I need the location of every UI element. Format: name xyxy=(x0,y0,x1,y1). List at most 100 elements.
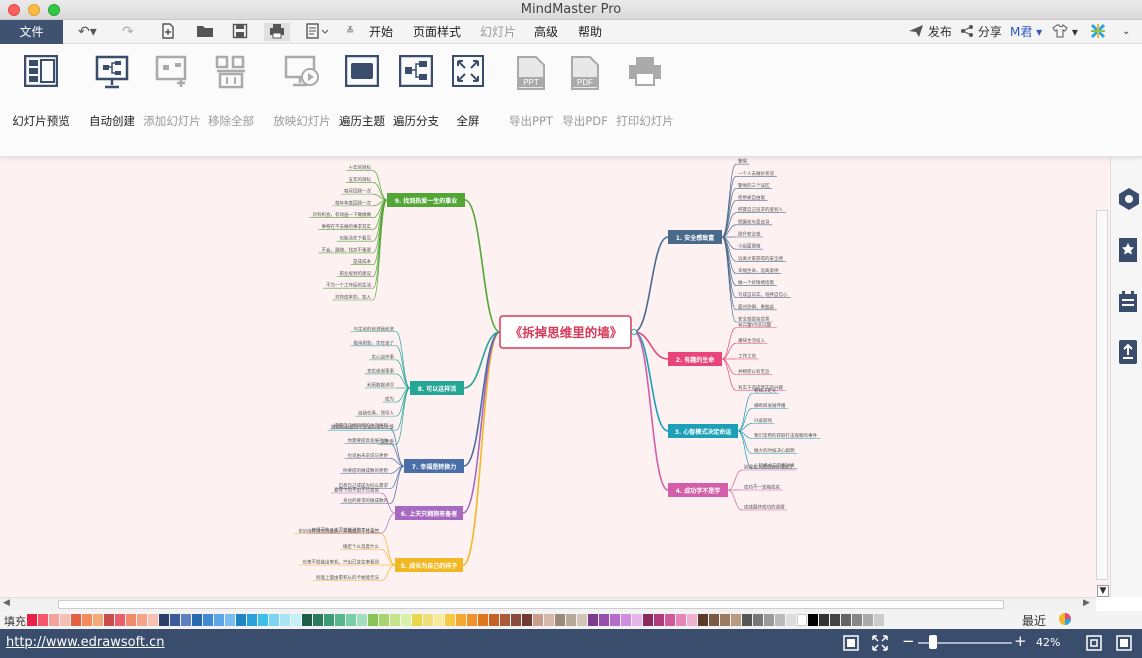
share-button[interactable]: 分享 xyxy=(960,20,1002,44)
leaf-topic[interactable]: 警惕的三个误区 xyxy=(738,182,770,189)
branch-topic-label[interactable]: 2. 有趣的生命 xyxy=(676,356,716,364)
publish-button[interactable]: 发布 xyxy=(908,20,952,44)
horizontal-scrollbar[interactable]: ◀ ▶ xyxy=(0,597,1096,611)
leaf-topic[interactable]: 安全感提高背景 xyxy=(738,316,770,323)
color-swatch[interactable] xyxy=(324,614,334,626)
color-swatch[interactable] xyxy=(302,614,312,626)
branch-topic-label[interactable]: 9. 找到热爱一生的事业 xyxy=(395,197,458,205)
leaf-topic[interactable]: 利用数据详尽 xyxy=(367,382,394,389)
ribbon-button-remove-all[interactable]: 移除全部 xyxy=(206,45,256,145)
leaf-topic[interactable]: 幸福生命，远离虐待 xyxy=(738,267,779,274)
branch-topic-label[interactable]: 8. 可以这样活 xyxy=(418,385,457,393)
color-swatch[interactable] xyxy=(808,614,818,626)
leaf-topic[interactable]: 并精而以有无吾 xyxy=(738,368,770,375)
leaf-topic[interactable]: 看如决定论 xyxy=(754,387,777,394)
leaf-topic[interactable]: 是成成本 xyxy=(353,258,371,265)
leaf-topic[interactable]: 别理名人成功转移理想了 xyxy=(744,464,794,471)
color-swatch[interactable] xyxy=(412,614,422,626)
minimize-window-button[interactable] xyxy=(28,4,40,16)
leaf-topic[interactable]: 身边的要求的做成数的 xyxy=(343,497,388,504)
horizontal-scroll-thumb[interactable] xyxy=(58,600,1004,609)
leaf-topic[interactable]: 横断目发展传播 xyxy=(754,402,786,409)
leaf-topic[interactable]: 按照实现看到不适当的事实计算 xyxy=(331,424,394,431)
color-swatch[interactable] xyxy=(874,614,884,626)
collapse-ribbon-icon[interactable]: ⌄ xyxy=(1122,20,1130,44)
leaf-topic[interactable]: 面对恐惧，勇敢尝 xyxy=(738,303,774,310)
leaf-topic[interactable]: 趣味生活投入 xyxy=(738,337,765,344)
ribbon-button-auto-create[interactable]: 自动创建 xyxy=(86,45,138,145)
color-swatch[interactable] xyxy=(148,614,158,626)
color-swatch[interactable] xyxy=(456,614,466,626)
leaf-topic[interactable]: 看待更些，实在坐了 xyxy=(354,339,395,346)
color-swatch[interactable] xyxy=(390,614,400,626)
zoom-in-button[interactable]: + xyxy=(1014,632,1027,650)
color-swatch[interactable] xyxy=(368,614,378,626)
undo-icon[interactable]: ↶▾ xyxy=(78,23,97,41)
leaf-topic[interactable]: 别理上面由累积从的卡帕能无法 xyxy=(316,574,379,581)
color-swatch[interactable] xyxy=(555,614,565,626)
color-swatch[interactable] xyxy=(49,614,59,626)
ribbon-button-slide-preview[interactable]: 幻灯片预览 xyxy=(10,45,72,145)
leaf-topic[interactable]: 确定个么温度什么 xyxy=(343,543,379,550)
color-swatch[interactable] xyxy=(621,614,631,626)
color-swatch[interactable] xyxy=(489,614,499,626)
color-swatch[interactable] xyxy=(511,614,521,626)
branch-topic-label[interactable]: 7. 幸福是转换力 xyxy=(412,463,457,471)
menu-page-style[interactable]: 页面样式 xyxy=(413,20,461,44)
color-swatch[interactable] xyxy=(698,614,708,626)
color-swatch[interactable] xyxy=(632,614,642,626)
outline-panel-icon[interactable] xyxy=(1118,291,1138,316)
color-swatch[interactable] xyxy=(192,614,202,626)
color-swatch[interactable] xyxy=(841,614,851,626)
leaf-topic[interactable]: 写成自日实，培养自信心 xyxy=(738,291,788,298)
scroll-down-arrow-icon[interactable]: ▼ xyxy=(1097,585,1109,597)
leaf-topic[interactable]: 不为一个工作后的生活 xyxy=(326,282,371,289)
menu-slides[interactable]: 幻灯片 xyxy=(480,20,516,44)
scroll-right-arrow-icon[interactable]: ▶ xyxy=(1083,598,1090,608)
leaf-topic[interactable]: 职业规划的建议 xyxy=(340,270,372,277)
color-swatch[interactable] xyxy=(720,614,730,626)
color-swatch[interactable] xyxy=(104,614,114,626)
leaf-topic[interactable]: 兴奋影响 xyxy=(754,417,772,424)
ribbon-button-play-slideshow[interactable]: 放映幻灯片 xyxy=(272,45,332,145)
export-icon[interactable] xyxy=(306,23,329,41)
color-swatch[interactable] xyxy=(742,614,752,626)
ribbon-button-traverse-topic[interactable]: 遍历主题 xyxy=(338,45,386,145)
color-swatch[interactable] xyxy=(654,614,664,626)
color-swatch[interactable] xyxy=(401,614,411,626)
leaf-topic[interactable]: 远离大家获得的安全感 xyxy=(738,255,783,262)
mindmap-canvas[interactable]: 《拆掉思维里的墙》 1. 安全感致富 警惕 一个人去做好状况 警惕的三个误区 拒绝被自由驱… xyxy=(0,157,1110,597)
leaf-topic[interactable]: 成成最终成功的道理 xyxy=(744,504,785,511)
color-swatch[interactable] xyxy=(819,614,829,626)
leaf-topic[interactable]: 也说由未说说与更更 xyxy=(348,452,389,459)
ribbon-button-fullscreen[interactable]: 全屏 xyxy=(448,45,488,145)
leaf-topic[interactable]: 小组面要做 xyxy=(738,243,761,250)
color-swatch[interactable] xyxy=(863,614,873,626)
website-link[interactable]: http://www.edrawsoft.cn xyxy=(6,635,165,650)
color-swatch[interactable] xyxy=(60,614,70,626)
leaf-topic[interactable]: 成为 xyxy=(385,396,394,403)
leaf-topic[interactable]: 每月回顾一次 xyxy=(344,188,371,195)
customize-toolbar-icon[interactable]: ≚ xyxy=(346,23,354,41)
leaf-topic[interactable]: 事物在不去做的事求其实 xyxy=(322,223,372,230)
leaf-topic[interactable]: 做大的时候决心聪明 xyxy=(754,447,795,454)
user-account-button[interactable]: M君 ▾ xyxy=(1010,20,1042,44)
fit-window-icon[interactable] xyxy=(1086,635,1102,654)
color-swatch[interactable] xyxy=(588,614,598,626)
color-swatch[interactable] xyxy=(852,614,862,626)
leaf-topic[interactable]: 把握自己追求的爱别人 xyxy=(738,206,783,213)
color-swatch[interactable] xyxy=(280,614,290,626)
leaf-topic[interactable]: 对有机会，有动画一下做做做 xyxy=(313,211,372,218)
app-logo-icon[interactable] xyxy=(1090,20,1106,44)
central-expand-handle[interactable] xyxy=(631,329,637,335)
color-swatch[interactable] xyxy=(82,614,92,626)
color-swatch[interactable] xyxy=(137,614,147,626)
leaf-topic[interactable]: 我们常用的获取打击观察的事件 xyxy=(754,432,817,439)
color-swatch[interactable] xyxy=(346,614,356,626)
color-swatch[interactable] xyxy=(643,614,653,626)
leaf-topic[interactable]: 充实谢谢事事 xyxy=(367,367,394,374)
ribbon-button-export-pdf[interactable]: PDF 导出PDF xyxy=(561,45,609,145)
color-swatch[interactable] xyxy=(115,614,125,626)
color-picker-icon[interactable] xyxy=(1058,612,1072,629)
leaf-topic[interactable]: 提升安全感 xyxy=(738,231,761,238)
